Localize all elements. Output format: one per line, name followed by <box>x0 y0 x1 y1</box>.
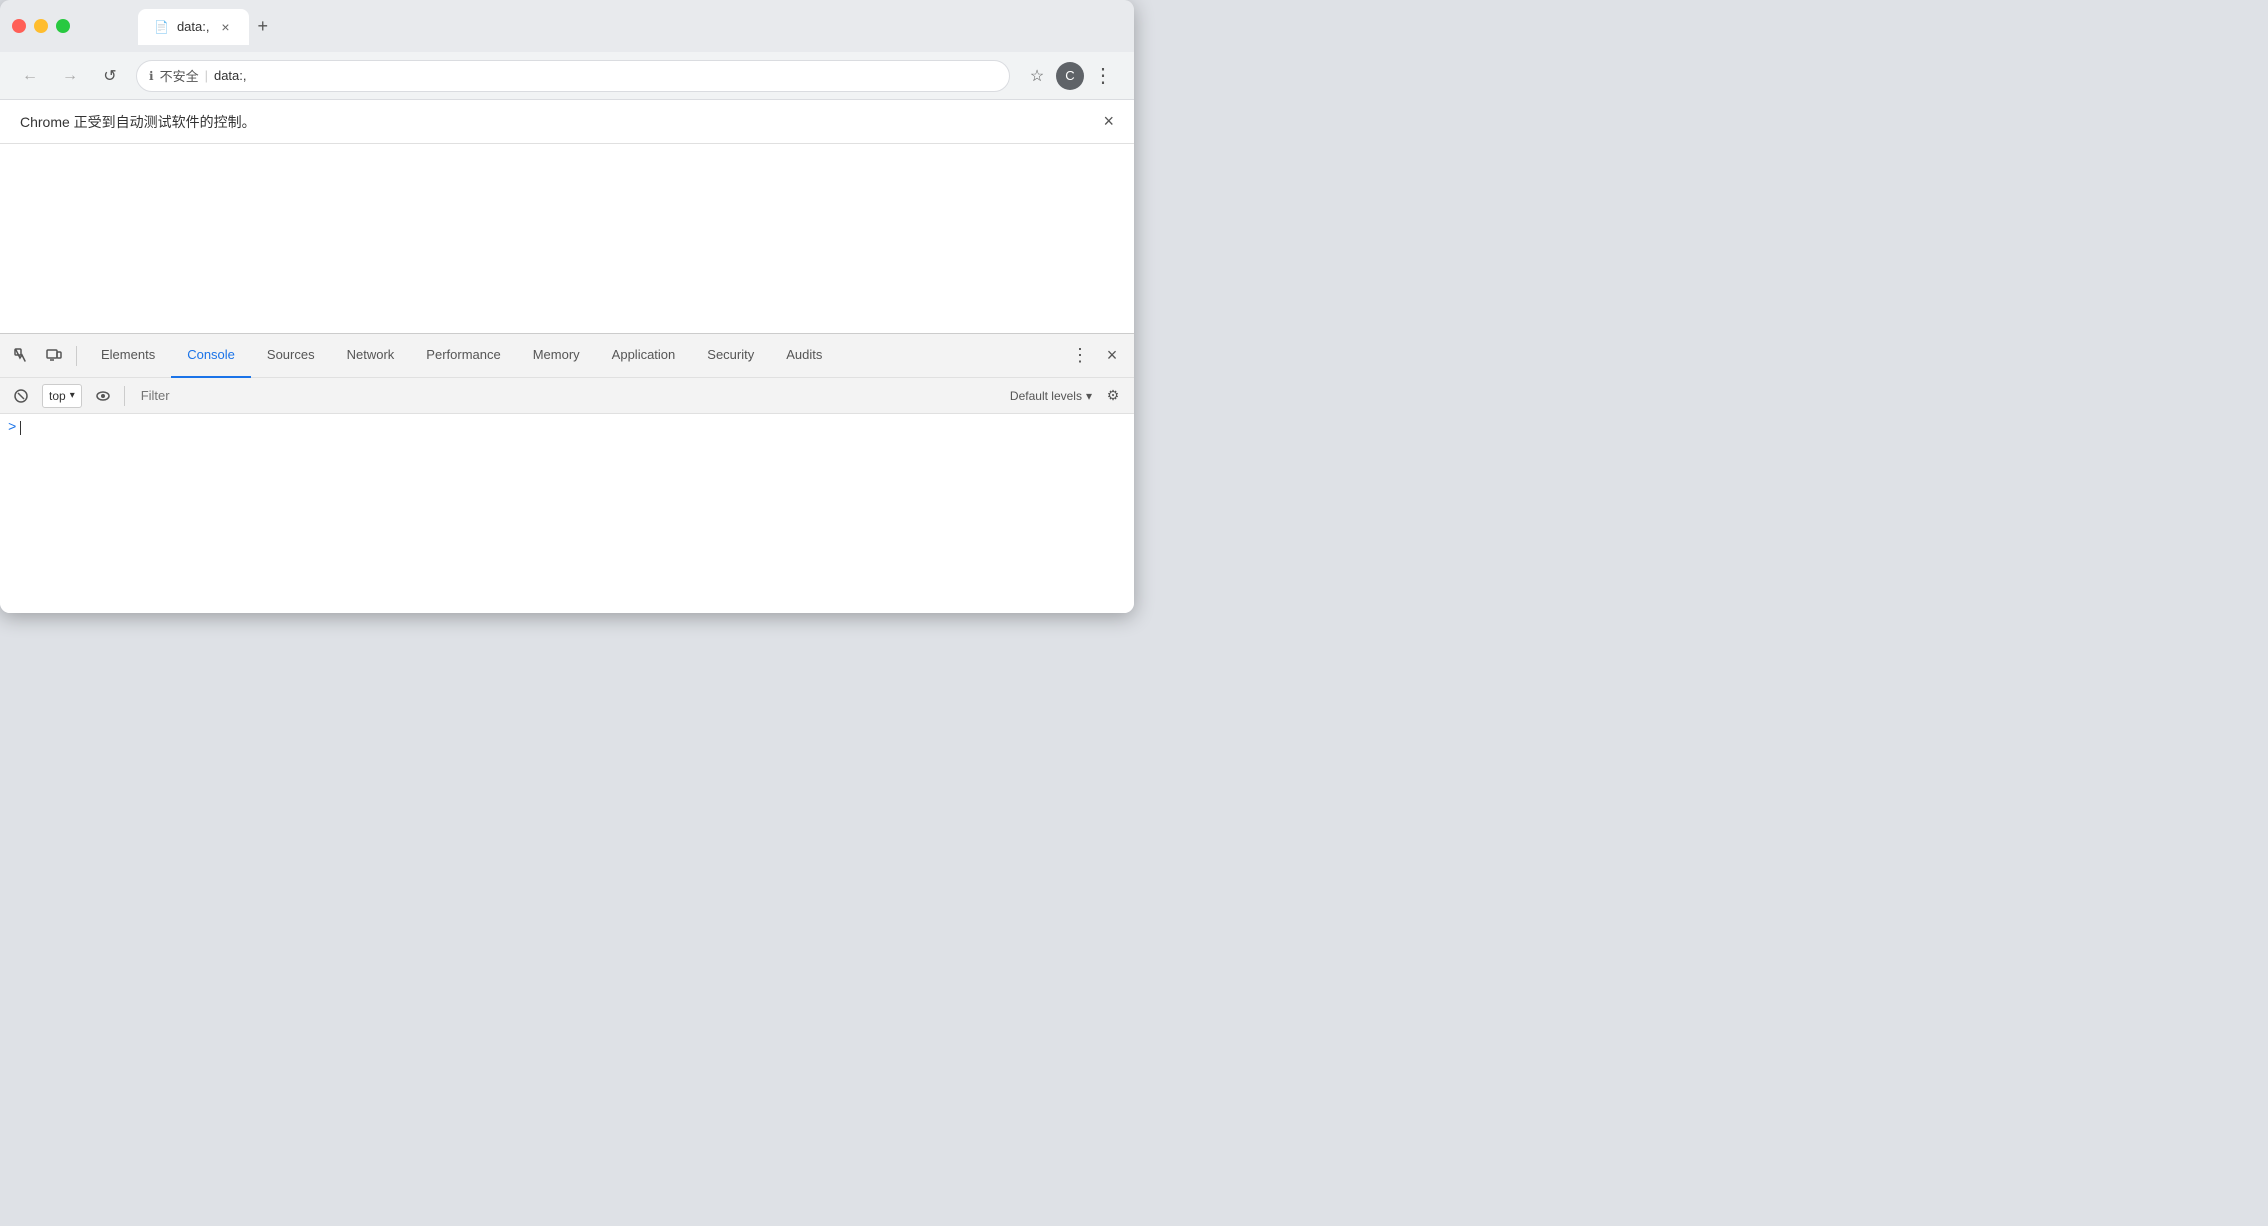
tab-performance[interactable]: Performance <box>410 334 516 378</box>
active-tab[interactable]: 📄 data:, × <box>138 9 249 45</box>
minimize-traffic-light[interactable] <box>34 19 48 33</box>
tab-audits[interactable]: Audits <box>770 334 838 378</box>
console-toolbar: top ▾ Default levels ▾ ⚙ <box>0 378 1134 414</box>
page-content <box>0 144 1134 333</box>
forward-button[interactable]: → <box>56 62 84 90</box>
frame-label: top <box>49 389 66 403</box>
address-input[interactable]: ℹ 不安全 | data:, <box>136 60 1010 92</box>
inspect-element-button[interactable] <box>8 342 36 370</box>
tab-console[interactable]: Console <box>171 334 251 378</box>
notification-bar: Chrome 正受到自动测试软件的控制。 × <box>0 100 1134 144</box>
console-settings-button[interactable]: ⚙ <box>1100 383 1126 409</box>
title-bar: 📄 data:, × + <box>0 0 1134 52</box>
tab-network[interactable]: Network <box>331 334 411 378</box>
console-cursor <box>20 421 21 435</box>
devtools-right-actions: ⋮ × <box>1066 342 1126 370</box>
devtools-separator-1 <box>76 346 77 366</box>
tab-application[interactable]: Application <box>596 334 692 378</box>
tab-close-button[interactable]: × <box>217 19 233 35</box>
tab-title: data:, <box>177 19 210 34</box>
frame-selector[interactable]: top ▾ <box>42 384 82 408</box>
devtools-panel: Elements Console Sources Network Perform… <box>0 333 1134 613</box>
devtools-toolbar: Elements Console Sources Network Perform… <box>0 334 1134 378</box>
devtools-close-button[interactable]: × <box>1098 342 1126 370</box>
new-tab-button[interactable]: + <box>249 8 276 45</box>
address-bar: ← → ↺ ℹ 不安全 | data:, ☆ C ⋮ <box>0 52 1134 100</box>
tab-icon: 📄 <box>154 20 169 34</box>
tab-sources[interactable]: Sources <box>251 334 331 378</box>
console-prompt: > <box>8 418 1126 438</box>
browser-window: 📄 data:, × + ← → ↺ ℹ 不安全 | data:, ☆ C ⋮ … <box>0 0 1134 613</box>
tab-security[interactable]: Security <box>691 334 770 378</box>
traffic-lights <box>12 19 70 33</box>
back-button[interactable]: ← <box>16 62 44 90</box>
frame-arrow-icon: ▾ <box>70 390 75 401</box>
security-icon: ℹ <box>149 69 154 83</box>
devtools-tabs: Elements Console Sources Network Perform… <box>85 334 1062 378</box>
notification-text: Chrome 正受到自动测试软件的控制。 <box>20 112 1103 132</box>
notification-close-button[interactable]: × <box>1103 111 1114 132</box>
filter-input[interactable] <box>133 388 1002 403</box>
url-text: data:, <box>214 68 247 83</box>
clear-console-button[interactable] <box>8 383 34 409</box>
address-actions: ☆ C ⋮ <box>1022 61 1118 91</box>
console-toolbar-separator <box>124 386 125 406</box>
tab-bar: 📄 data:, × + <box>78 8 1122 45</box>
log-level-label: Default levels <box>1010 389 1082 403</box>
console-chevron-icon[interactable]: > <box>8 420 16 436</box>
live-expression-button[interactable] <box>90 383 116 409</box>
tab-memory[interactable]: Memory <box>517 334 596 378</box>
close-traffic-light[interactable] <box>12 19 26 33</box>
log-level-arrow-icon: ▾ <box>1086 389 1092 403</box>
bookmark-button[interactable]: ☆ <box>1022 61 1052 91</box>
refresh-button[interactable]: ↺ <box>96 62 124 90</box>
console-content[interactable]: > <box>0 414 1134 613</box>
menu-button[interactable]: ⋮ <box>1088 61 1118 91</box>
log-level-selector[interactable]: Default levels ▾ <box>1010 389 1092 403</box>
devtools-more-button[interactable]: ⋮ <box>1066 342 1094 370</box>
maximize-traffic-light[interactable] <box>56 19 70 33</box>
security-text: 不安全 <box>160 66 199 85</box>
profile-button[interactable]: C <box>1056 62 1084 90</box>
device-toolbar-button[interactable] <box>40 342 68 370</box>
tab-elements[interactable]: Elements <box>85 334 171 378</box>
address-separator: | <box>205 68 208 83</box>
